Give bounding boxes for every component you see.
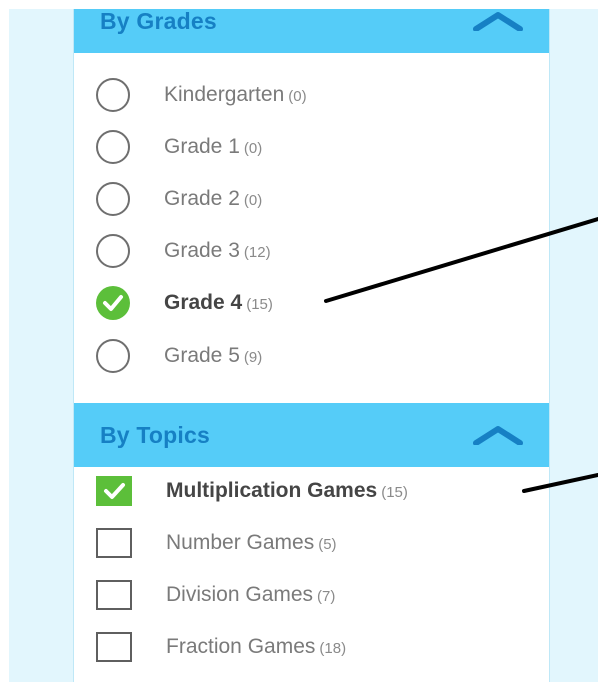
pointer-line-grade [324, 217, 598, 303]
annotation-pointer-lines [324, 217, 598, 493]
pointer-line-topic [522, 473, 598, 493]
